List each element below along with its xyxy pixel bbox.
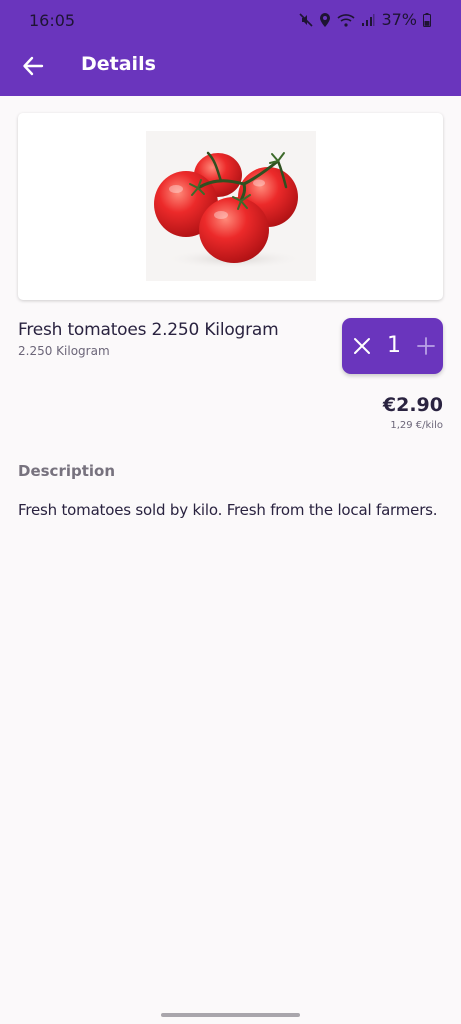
- status-time: 16:05: [29, 11, 76, 30]
- description-heading: Description: [18, 462, 116, 480]
- back-button[interactable]: [16, 49, 50, 83]
- remove-button[interactable]: [348, 332, 376, 360]
- close-icon: [354, 338, 370, 354]
- location-icon: [320, 12, 331, 27]
- app-bar: 16:05 37% Details: [0, 0, 461, 96]
- product-image-card: [18, 113, 443, 300]
- quantity-value: 1: [387, 333, 401, 358]
- signal-icon: [362, 13, 375, 26]
- page-title: Details: [81, 53, 156, 75]
- wifi-icon: [337, 13, 355, 27]
- status-bar: 16:05 37%: [0, 0, 461, 40]
- tomatoes-image: [146, 131, 316, 281]
- battery-icon: [423, 12, 431, 27]
- product-price: €2.90: [382, 394, 443, 416]
- unit-price: 1,29 €/kilo: [390, 420, 443, 431]
- home-indicator[interactable]: [161, 1013, 300, 1017]
- product-unit: 2.250 Kilogram: [18, 344, 110, 358]
- description-text: Fresh tomatoes sold by kilo. Fresh from …: [18, 501, 438, 519]
- quantity-stepper: 1: [342, 318, 443, 374]
- add-button[interactable]: [412, 332, 440, 360]
- mute-icon: [299, 12, 314, 27]
- plus-icon: [417, 337, 435, 355]
- battery-percent: 37%: [381, 10, 417, 29]
- arrow-left-icon: [23, 56, 44, 76]
- product-name: Fresh tomatoes 2.250 Kilogram: [18, 320, 279, 340]
- status-icons: 37%: [299, 10, 431, 29]
